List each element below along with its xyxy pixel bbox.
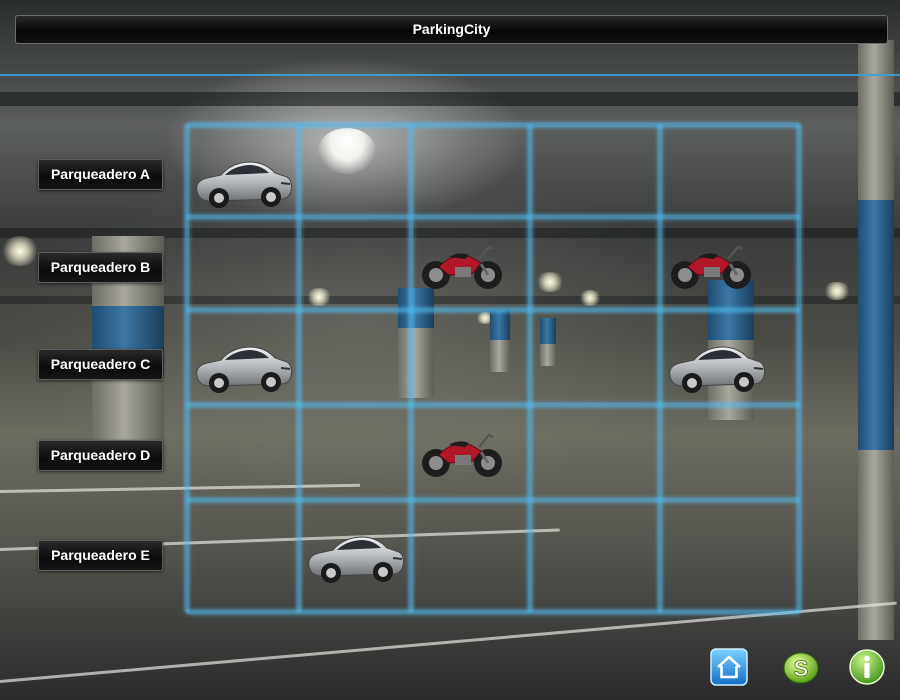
parking-slot[interactable] (299, 310, 411, 405)
home-icon[interactable] (710, 648, 748, 686)
parking-slot[interactable] (660, 125, 799, 217)
parking-slot[interactable] (299, 125, 411, 217)
svg-text:S: S (794, 656, 809, 681)
parking-slot[interactable] (187, 125, 299, 217)
row-label-parqueadero-c[interactable]: Parqueadero C (38, 349, 163, 380)
parking-slot[interactable] (411, 217, 530, 310)
parking-slot[interactable] (660, 500, 799, 612)
parking-slot[interactable] (411, 125, 530, 217)
parking-slot[interactable] (530, 405, 660, 500)
parking-slot[interactable] (660, 310, 799, 405)
motorcycle-icon (419, 237, 505, 293)
parking-slot[interactable] (299, 405, 411, 500)
parking-slot[interactable] (187, 310, 299, 405)
motorcycle-icon (419, 425, 505, 481)
app-title-bar: ParkingCity (15, 15, 888, 44)
row-label-parqueadero-d[interactable]: Parqueadero D (38, 440, 163, 471)
row-label-parqueadero-e[interactable]: Parqueadero E (38, 540, 163, 571)
parking-grid (185, 123, 801, 614)
app-title: ParkingCity (412, 21, 491, 37)
motorcycle-icon (668, 237, 754, 293)
info-icon[interactable] (848, 648, 886, 686)
parking-slot[interactable] (530, 310, 660, 405)
parking-slot[interactable] (530, 500, 660, 612)
parking-slot[interactable] (411, 310, 530, 405)
header-divider (0, 74, 900, 76)
parking-slot[interactable] (660, 217, 799, 310)
parking-slot[interactable] (299, 217, 411, 310)
car-icon (191, 153, 295, 213)
parking-slot[interactable] (187, 405, 299, 500)
row-label-parqueadero-b[interactable]: Parqueadero B (38, 252, 163, 283)
car-icon (664, 338, 768, 398)
parking-slot[interactable] (660, 405, 799, 500)
parking-slot[interactable] (411, 500, 530, 612)
car-icon (191, 338, 295, 398)
row-label-parqueadero-a[interactable]: Parqueadero A (38, 159, 163, 190)
car-icon (303, 528, 407, 588)
parking-slot[interactable] (530, 125, 660, 217)
parking-slot[interactable] (187, 500, 299, 612)
parking-slot[interactable] (187, 217, 299, 310)
parking-slot[interactable] (299, 500, 411, 612)
skype-icon[interactable]: S (782, 648, 820, 686)
parking-slot[interactable] (530, 217, 660, 310)
parking-slot[interactable] (411, 405, 530, 500)
